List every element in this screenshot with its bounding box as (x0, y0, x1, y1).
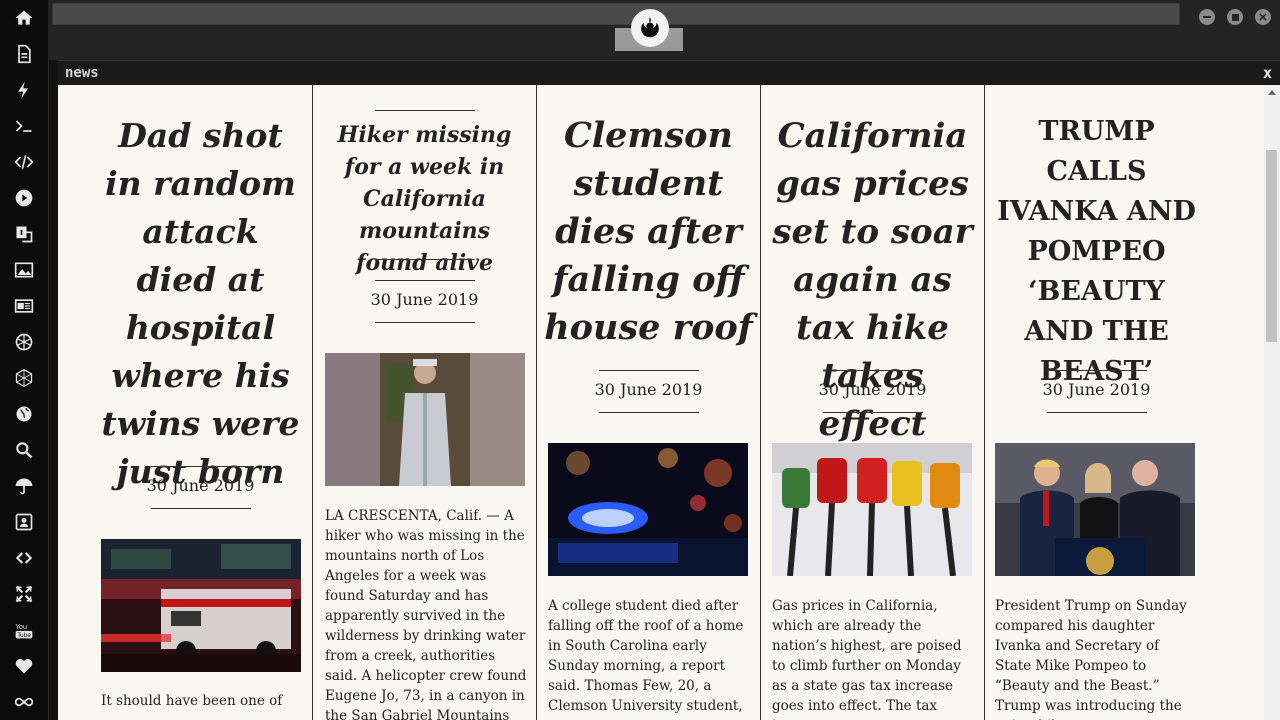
article-card[interactable]: California gas prices set to soar again … (761, 85, 985, 720)
globe-icon[interactable] (12, 402, 36, 426)
youtube-icon[interactable]: You Tube (12, 618, 36, 642)
news-icon[interactable] (12, 294, 36, 318)
scrollbar-thumb[interactable] (1266, 150, 1277, 342)
divider (375, 322, 475, 323)
app-sidebar: You Tube (0, 0, 49, 720)
home-icon[interactable] (12, 6, 36, 30)
article-card[interactable]: TRUMP CALLS IVANKA AND POMPEO ‘BEAUTY AN… (985, 85, 1208, 720)
article-date: 30 June 2019 (370, 290, 479, 309)
divider (1047, 370, 1147, 371)
svg-text:You: You (15, 623, 27, 631)
article-body: President Trump on Sunday compared his d… (995, 598, 1187, 720)
article-card[interactable]: Hiker missing for a week in California m… (313, 85, 537, 720)
minimize-button[interactable] (1199, 9, 1215, 25)
article-body: LA CRESCENTA, Calif. — A hiker who was m… (325, 508, 527, 720)
article-photo-police-lights[interactable] (548, 443, 748, 576)
code-icon[interactable] (12, 150, 36, 174)
divider (375, 280, 475, 281)
article-headline[interactable]: Clemson student dies after falling off h… (537, 112, 760, 352)
article-card[interactable]: Clemson student dies after falling off h… (537, 85, 761, 720)
divider (599, 412, 699, 413)
divider (823, 370, 923, 371)
article-headline[interactable]: Dad shot in random attack died at hospit… (89, 112, 312, 496)
article-photo-hiker[interactable] (325, 353, 525, 486)
article-body: Gas prices in California, which are alre… (772, 598, 962, 720)
news-feed: Dad shot in random attack died at hospit… (58, 85, 1264, 720)
contact-icon[interactable] (12, 510, 36, 534)
article-photo-gas-pumps[interactable] (772, 443, 972, 576)
divider (375, 259, 475, 260)
address-bar[interactable] (52, 3, 1180, 25)
hexagon-icon[interactable] (12, 366, 36, 390)
article-date: 30 June 2019 (818, 380, 927, 399)
article-photo-trump-ivanka-pompeo[interactable] (995, 443, 1195, 576)
terminal-icon[interactable] (12, 114, 36, 138)
expand-icon[interactable] (12, 582, 36, 606)
image-icon[interactable] (12, 258, 36, 282)
panel-title: news (65, 65, 99, 81)
umbrella-icon[interactable] (12, 474, 36, 498)
divider (151, 508, 251, 509)
translate-icon[interactable] (12, 222, 36, 246)
article-headline[interactable]: Hiker missing for a week in California m… (313, 119, 536, 279)
play-icon[interactable] (12, 186, 36, 210)
browser-topbar (48, 0, 1280, 60)
search-icon[interactable] (12, 438, 36, 462)
article-card[interactable]: Dad shot in random attack died at hospit… (89, 85, 313, 720)
rebel-alliance-logo-icon[interactable] (631, 9, 669, 47)
article-headline[interactable]: TRUMP CALLS IVANKA AND POMPEO ‘BEAUTY AN… (985, 112, 1208, 392)
svg-text:Tube: Tube (16, 633, 31, 639)
news-panel-header: news x (58, 60, 1280, 86)
panel-close-button[interactable]: x (1263, 64, 1272, 82)
maximize-button[interactable] (1227, 9, 1243, 25)
bolt-icon[interactable] (12, 78, 36, 102)
heart-icon[interactable] (12, 654, 36, 678)
article-date: 30 June 2019 (594, 380, 703, 399)
aperture-icon[interactable] (12, 330, 36, 354)
link-icon[interactable] (12, 546, 36, 570)
article-date: 30 June 2019 (1042, 380, 1151, 399)
infinity-icon[interactable] (12, 690, 36, 714)
close-window-button[interactable] (1255, 9, 1271, 25)
divider (1047, 412, 1147, 413)
vertical-scrollbar[interactable] (1264, 85, 1280, 720)
divider (375, 110, 475, 111)
divider (151, 466, 251, 467)
divider (599, 370, 699, 371)
article-body: It should have been one of (101, 693, 283, 709)
article-body: A college student died after falling off… (548, 598, 744, 714)
scroll-up-arrow-icon[interactable] (1268, 90, 1276, 95)
article-photo-ambulance[interactable] (101, 539, 301, 672)
document-icon[interactable] (12, 42, 36, 66)
article-date: 30 June 2019 (146, 476, 255, 495)
divider (823, 412, 923, 413)
